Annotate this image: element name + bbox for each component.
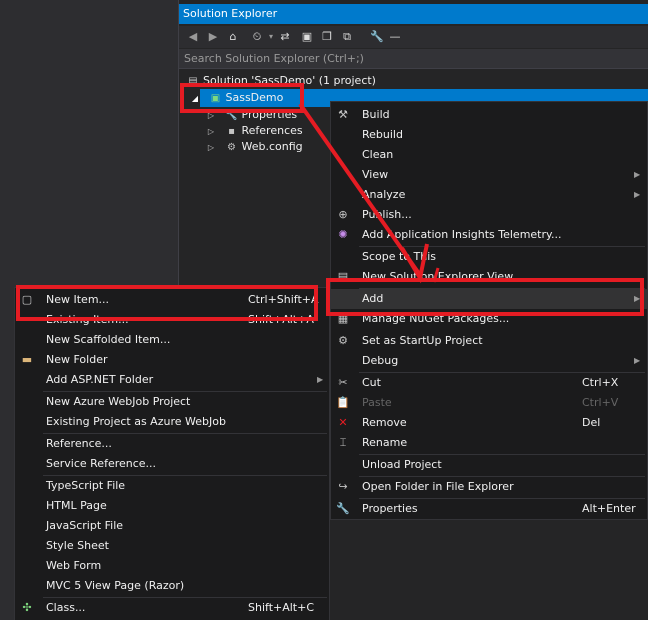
annotation-arrow-tail xyxy=(432,267,440,283)
annotation-arrows xyxy=(298,102,440,284)
annotation-arrow-head xyxy=(400,243,429,284)
